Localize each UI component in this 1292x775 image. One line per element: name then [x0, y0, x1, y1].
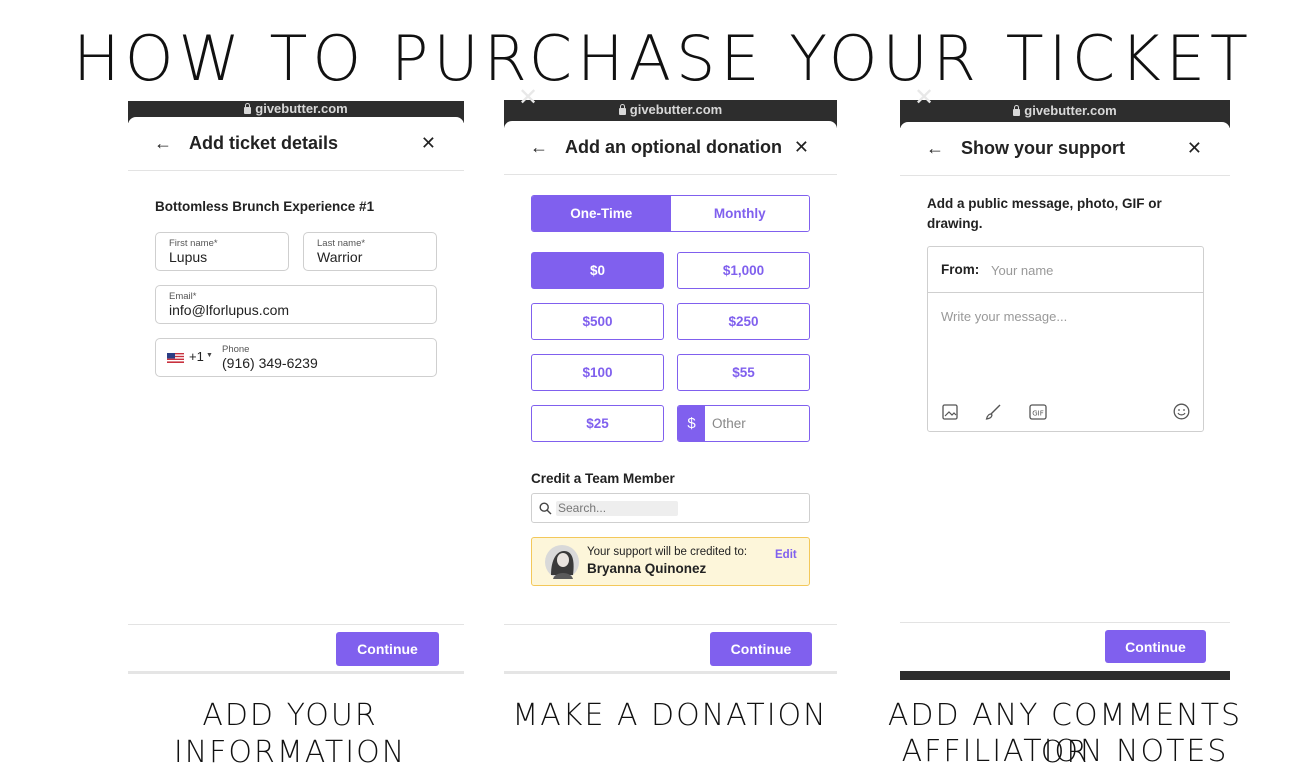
- last-name-field[interactable]: Last name* Warrior: [303, 232, 437, 271]
- us-flag-icon[interactable]: [167, 353, 184, 363]
- credit-banner: Your support will be credited to: Bryann…: [531, 537, 810, 586]
- avatar: [545, 545, 579, 579]
- panel-support: givebutter.com ✕ ← Show your support ✕ A…: [900, 88, 1230, 680]
- first-name-value: Lupus: [169, 249, 208, 265]
- lock-icon: [618, 104, 626, 115]
- amount-option[interactable]: $0: [531, 252, 664, 289]
- url-text: givebutter.com: [629, 102, 723, 117]
- country-code[interactable]: +1: [189, 349, 204, 364]
- panel-ticket-details: givebutter.com ← Add ticket details ✕ Bo…: [128, 101, 464, 674]
- sheet-bottom-edge: [128, 671, 464, 674]
- tab-monthly[interactable]: Monthly: [670, 196, 809, 231]
- header-title: Add an optional donation: [565, 137, 782, 157]
- prompt-line-2: drawing.: [927, 216, 983, 231]
- emoji-icon[interactable]: [1173, 403, 1190, 420]
- close-icon[interactable]: ✕: [1187, 138, 1202, 159]
- message-composer: From: Your name Write your message... GI…: [927, 246, 1204, 432]
- phone-label: Phone: [222, 344, 250, 355]
- lock-icon: [1013, 105, 1021, 116]
- continue-button[interactable]: Continue: [710, 632, 812, 666]
- amount-option[interactable]: $25: [531, 405, 664, 442]
- back-arrow-icon[interactable]: ←: [530, 137, 548, 158]
- footer-bar: Continue: [900, 622, 1230, 672]
- sheet-bottom-bar: [900, 671, 1230, 680]
- panel-donation: givebutter.com ✕ ← Add an optional donat…: [504, 88, 837, 674]
- continue-button[interactable]: Continue: [336, 632, 439, 666]
- brush-icon[interactable]: [985, 403, 1002, 420]
- other-amount-input[interactable]: $ Other: [677, 405, 810, 442]
- page-title: HOW TO PURCHASE YOUR TICKET: [73, 22, 1253, 95]
- team-search-input[interactable]: Search...: [531, 493, 810, 523]
- from-row: From: Your name: [928, 247, 1203, 293]
- gif-icon[interactable]: GIF: [1029, 404, 1047, 420]
- last-name-label: Last name*: [317, 238, 366, 249]
- email-field[interactable]: Email* info@lforlupus.com: [155, 285, 437, 324]
- browser-close-icon[interactable]: ✕: [914, 88, 934, 110]
- name-input[interactable]: Your name: [991, 263, 1053, 278]
- back-arrow-icon[interactable]: ←: [154, 133, 172, 154]
- footer-bar: Continue: [504, 624, 837, 674]
- image-icon[interactable]: [942, 404, 958, 420]
- header-title: Add ticket details: [189, 133, 339, 153]
- frequency-toggle: One-Time Monthly: [531, 195, 810, 232]
- phone-value: (916) 349-6239: [222, 355, 318, 371]
- email-value: info@lforlupus.com: [169, 302, 290, 318]
- search-icon: [539, 502, 552, 515]
- message-input[interactable]: Write your message...: [941, 309, 1067, 324]
- footer-bar: Continue: [128, 624, 464, 674]
- edit-link[interactable]: Edit: [775, 549, 797, 561]
- sheet-bottom-edge: [504, 671, 837, 674]
- amount-option[interactable]: $500: [531, 303, 664, 340]
- caption-info: ADD YOUR INFORMATION: [173, 698, 407, 770]
- amount-option[interactable]: $100: [531, 354, 664, 391]
- amount-option[interactable]: $55: [677, 354, 810, 391]
- browser-close-icon[interactable]: ✕: [518, 88, 538, 110]
- url-text: givebutter.com: [1024, 103, 1117, 118]
- phone-field[interactable]: +1 ▼ Phone (916) 349-6239: [155, 338, 437, 377]
- first-name-field[interactable]: First name* Lupus: [155, 232, 289, 271]
- gif-label: GIF: [1032, 410, 1044, 418]
- close-icon[interactable]: ✕: [794, 137, 809, 158]
- email-label: Email*: [169, 291, 197, 302]
- credit-text: Your support will be credited to:: [587, 546, 748, 558]
- from-label: From:: [941, 262, 980, 277]
- lock-icon: [244, 103, 252, 114]
- amount-option[interactable]: $1,000: [677, 252, 810, 289]
- sheet-header: ← Add an optional donation ✕: [504, 121, 837, 175]
- caption-support-line-2: AFFILIATION NOTES: [901, 734, 1229, 769]
- tab-one-time[interactable]: One-Time: [532, 196, 671, 231]
- close-icon[interactable]: ✕: [421, 133, 436, 154]
- header-title: Show your support: [961, 138, 1125, 158]
- url-text: givebutter.com: [255, 101, 348, 116]
- event-title: Bottomless Brunch Experience #1: [155, 199, 375, 214]
- back-arrow-icon[interactable]: ←: [926, 138, 944, 159]
- sheet-header: ← Show your support ✕: [900, 122, 1230, 176]
- credit-name: Bryanna Quinonez: [587, 561, 707, 576]
- continue-button[interactable]: Continue: [1105, 630, 1206, 663]
- first-name-label: First name*: [169, 238, 218, 249]
- chevron-down-icon[interactable]: ▼: [206, 352, 213, 359]
- other-placeholder: Other: [712, 416, 746, 431]
- amount-option[interactable]: $250: [677, 303, 810, 340]
- dollar-sign: $: [678, 406, 705, 441]
- team-member-title: Credit a Team Member: [531, 471, 675, 486]
- last-name-value: Warrior: [317, 249, 363, 265]
- prompt-line-1: Add a public message, photo, GIF or: [927, 196, 1162, 211]
- search-placeholder: Search...: [558, 501, 607, 515]
- sheet-header: ← Add ticket details ✕: [128, 117, 464, 171]
- caption-donation: MAKE A DONATION: [512, 698, 828, 733]
